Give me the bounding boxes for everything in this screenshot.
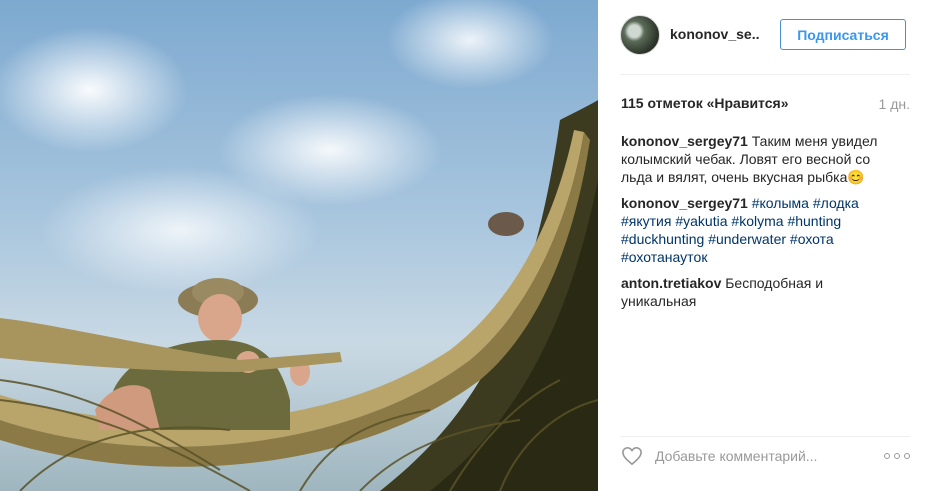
post-details-panel: kononov_se.. Подписаться 115 отметок «Нр… — [598, 0, 932, 491]
header-divider — [620, 74, 910, 75]
comment-item: kononov_sergey71 Таким меня увидел колым… — [621, 132, 891, 186]
post-username[interactable]: kononov_se.. — [670, 26, 759, 42]
face — [198, 294, 242, 342]
post-photo[interactable] — [0, 0, 598, 491]
likes-count[interactable]: 115 отметок «Нравится» — [621, 95, 788, 111]
hashtag-link[interactable]: #yakutia — [675, 213, 727, 229]
hashtag-link[interactable]: #якутия — [621, 213, 671, 229]
hashtag-link[interactable]: #underwater — [708, 231, 786, 247]
more-options-icon[interactable] — [884, 450, 910, 462]
foot — [488, 212, 524, 236]
follow-button[interactable]: Подписаться — [780, 19, 906, 50]
dot-icon — [894, 453, 900, 459]
comments-list: kononov_sergey71 Таким меня увидел колым… — [621, 132, 891, 318]
avatar[interactable] — [620, 15, 660, 55]
paddle — [0, 318, 342, 372]
comment-author[interactable]: kononov_sergey71 — [621, 195, 748, 211]
dot-icon — [884, 453, 890, 459]
hashtag-link[interactable]: #охота — [790, 231, 834, 247]
comment-item: anton.tretiakov Бесподобная и уникальная — [621, 274, 891, 310]
hashtag-link[interactable]: #hunting — [787, 213, 841, 229]
post-time[interactable]: 1 дн. — [879, 96, 910, 112]
post-footer — [598, 436, 932, 476]
hashtag-link[interactable]: #охотанаутoк — [621, 249, 707, 265]
comment-author[interactable]: anton.tretiakov — [621, 275, 721, 291]
hashtag-link[interactable]: #колыма — [752, 195, 809, 211]
comment-author[interactable]: kononov_sergey71 — [621, 133, 748, 149]
hashtag-link[interactable]: #лодка — [813, 195, 859, 211]
dot-icon — [904, 453, 910, 459]
hashtag-link[interactable]: #kolyma — [731, 213, 783, 229]
comment-item: kononov_sergey71 #колыма #лодка #якутия … — [621, 194, 891, 266]
hashtag-link[interactable]: #duckhunting — [621, 231, 704, 247]
post-header: kononov_se.. Подписаться — [598, 0, 932, 74]
photo-illustration — [0, 100, 598, 491]
heart-icon[interactable] — [621, 446, 643, 466]
comment-input[interactable] — [655, 445, 855, 467]
